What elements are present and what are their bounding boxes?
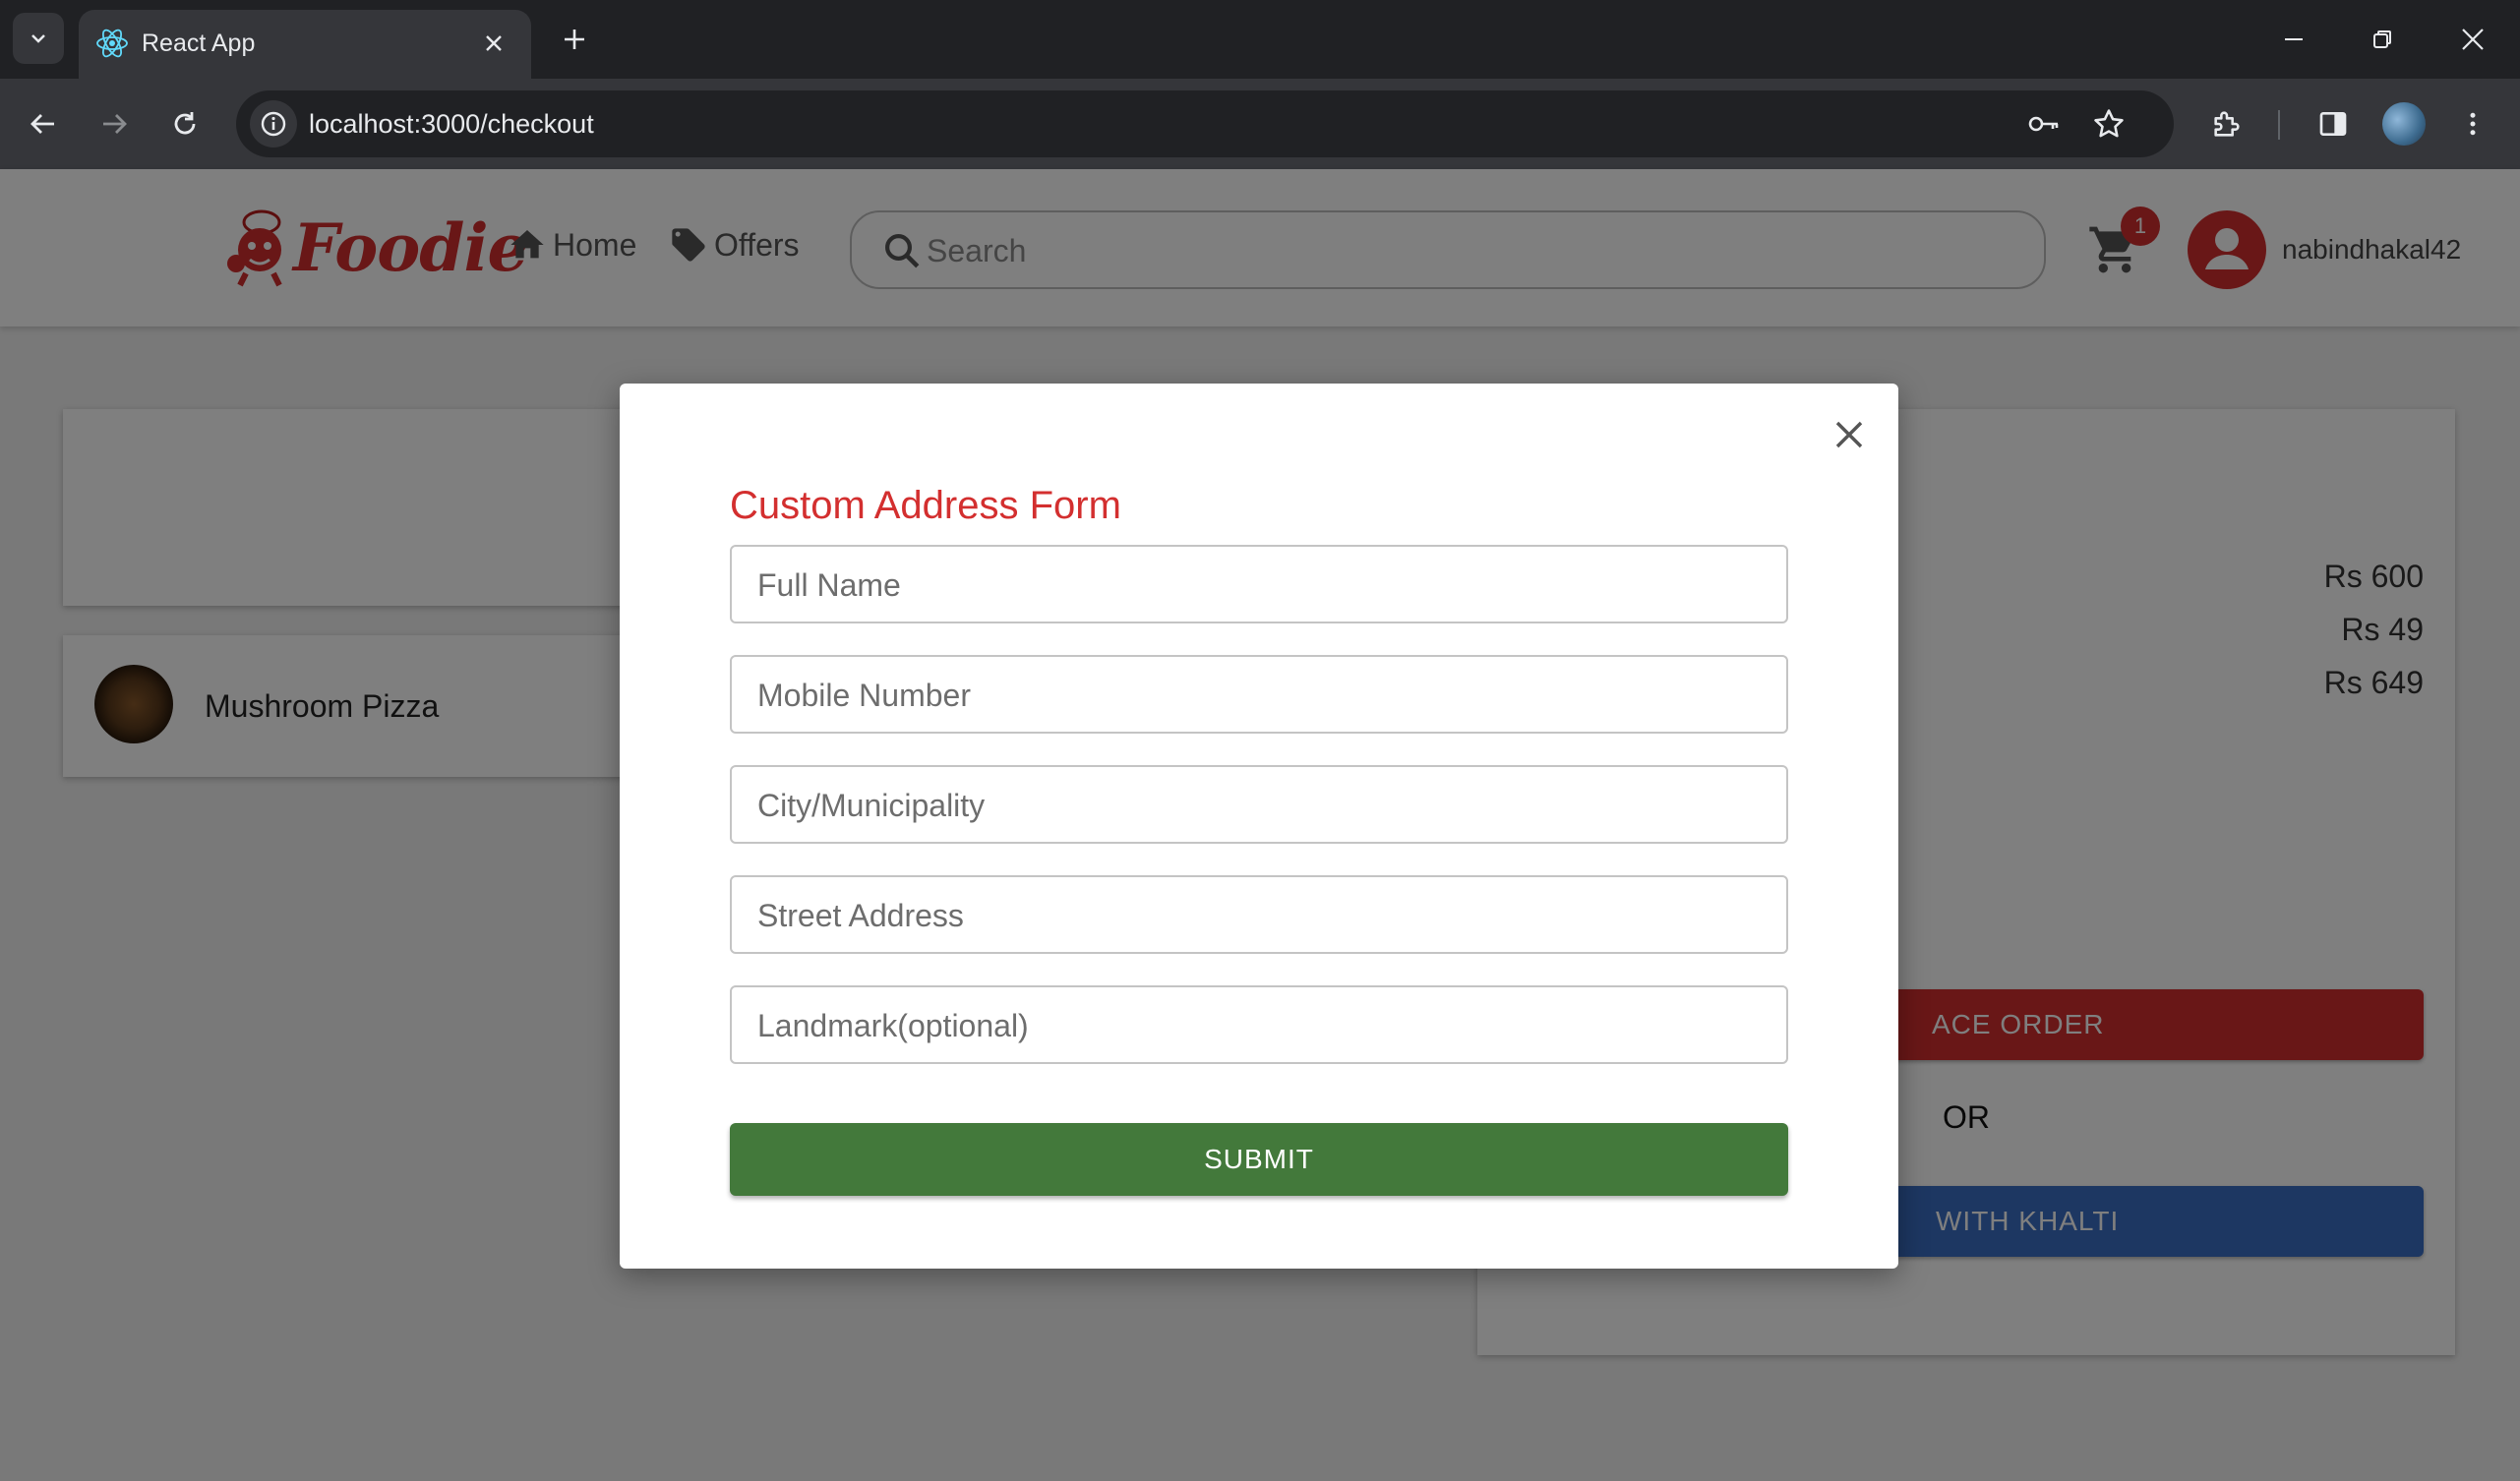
- close-window-button[interactable]: [2451, 18, 2494, 61]
- restore-button[interactable]: [2361, 18, 2404, 61]
- page: Foodie Home Offers 1 nabindhakal42 Mushr…: [0, 169, 2520, 1481]
- close-window-icon: [2462, 29, 2484, 50]
- full-name-field[interactable]: [730, 545, 1788, 623]
- street-address-field[interactable]: [730, 875, 1788, 954]
- plus-icon: [565, 30, 584, 49]
- city-input[interactable]: [757, 783, 1761, 828]
- minimize-button[interactable]: [2272, 18, 2315, 61]
- close-icon: [1835, 421, 1863, 448]
- back-button[interactable]: [20, 100, 67, 148]
- extensions-button[interactable]: [2203, 100, 2250, 148]
- tab-title: React App: [142, 30, 256, 57]
- more-vert-icon: [2470, 112, 2476, 136]
- close-icon: [486, 35, 502, 51]
- tab-search-button[interactable]: [13, 13, 64, 64]
- modal-title: Custom Address Form: [730, 484, 1121, 527]
- mobile-number-field[interactable]: [730, 655, 1788, 734]
- key-icon: [2028, 116, 2059, 132]
- full-name-input[interactable]: [757, 563, 1761, 608]
- address-form-modal: Custom Address Form SUBMIT: [620, 384, 1898, 1269]
- back-arrow-icon: [30, 114, 54, 134]
- landmark-field[interactable]: [730, 985, 1788, 1064]
- modal-close-button[interactable]: [1824, 409, 1875, 460]
- submit-button[interactable]: SUBMIT: [730, 1123, 1788, 1196]
- new-tab-button[interactable]: [555, 20, 594, 59]
- tab-close-button[interactable]: [478, 28, 510, 59]
- restore-icon: [2373, 30, 2391, 48]
- browser-tab[interactable]: React App: [79, 10, 531, 79]
- reload-button[interactable]: [161, 100, 209, 148]
- toolbar-separator: [2278, 110, 2280, 140]
- browser-tab-bar: React App: [0, 0, 2520, 79]
- forward-button[interactable]: [90, 100, 138, 148]
- side-panel-button[interactable]: [2310, 100, 2357, 148]
- url-text[interactable]: localhost:3000/checkout: [309, 106, 594, 142]
- bookmark-button[interactable]: [2089, 104, 2129, 144]
- password-key-button[interactable]: [2024, 104, 2064, 144]
- landmark-input[interactable]: [757, 1003, 1761, 1048]
- profile-icon[interactable]: [2382, 102, 2426, 146]
- browser-toolbar: localhost:3000/checkout: [0, 79, 2520, 169]
- extensions-icon: [2214, 111, 2240, 137]
- site-info-button[interactable]: [250, 100, 297, 148]
- site-info-icon: [261, 111, 286, 137]
- side-panel-icon: [2319, 112, 2347, 136]
- city-field[interactable]: [730, 765, 1788, 844]
- star-icon: [2094, 109, 2124, 138]
- more-menu-button[interactable]: [2449, 100, 2496, 148]
- reload-icon: [174, 112, 196, 135]
- street-address-input[interactable]: [757, 893, 1761, 938]
- address-bar[interactable]: localhost:3000/checkout: [236, 90, 2174, 157]
- react-icon: [96, 29, 128, 58]
- chevron-down-icon: [31, 34, 45, 43]
- mobile-number-input[interactable]: [757, 673, 1761, 718]
- forward-arrow-icon: [103, 114, 127, 134]
- minimize-icon: [2285, 38, 2303, 40]
